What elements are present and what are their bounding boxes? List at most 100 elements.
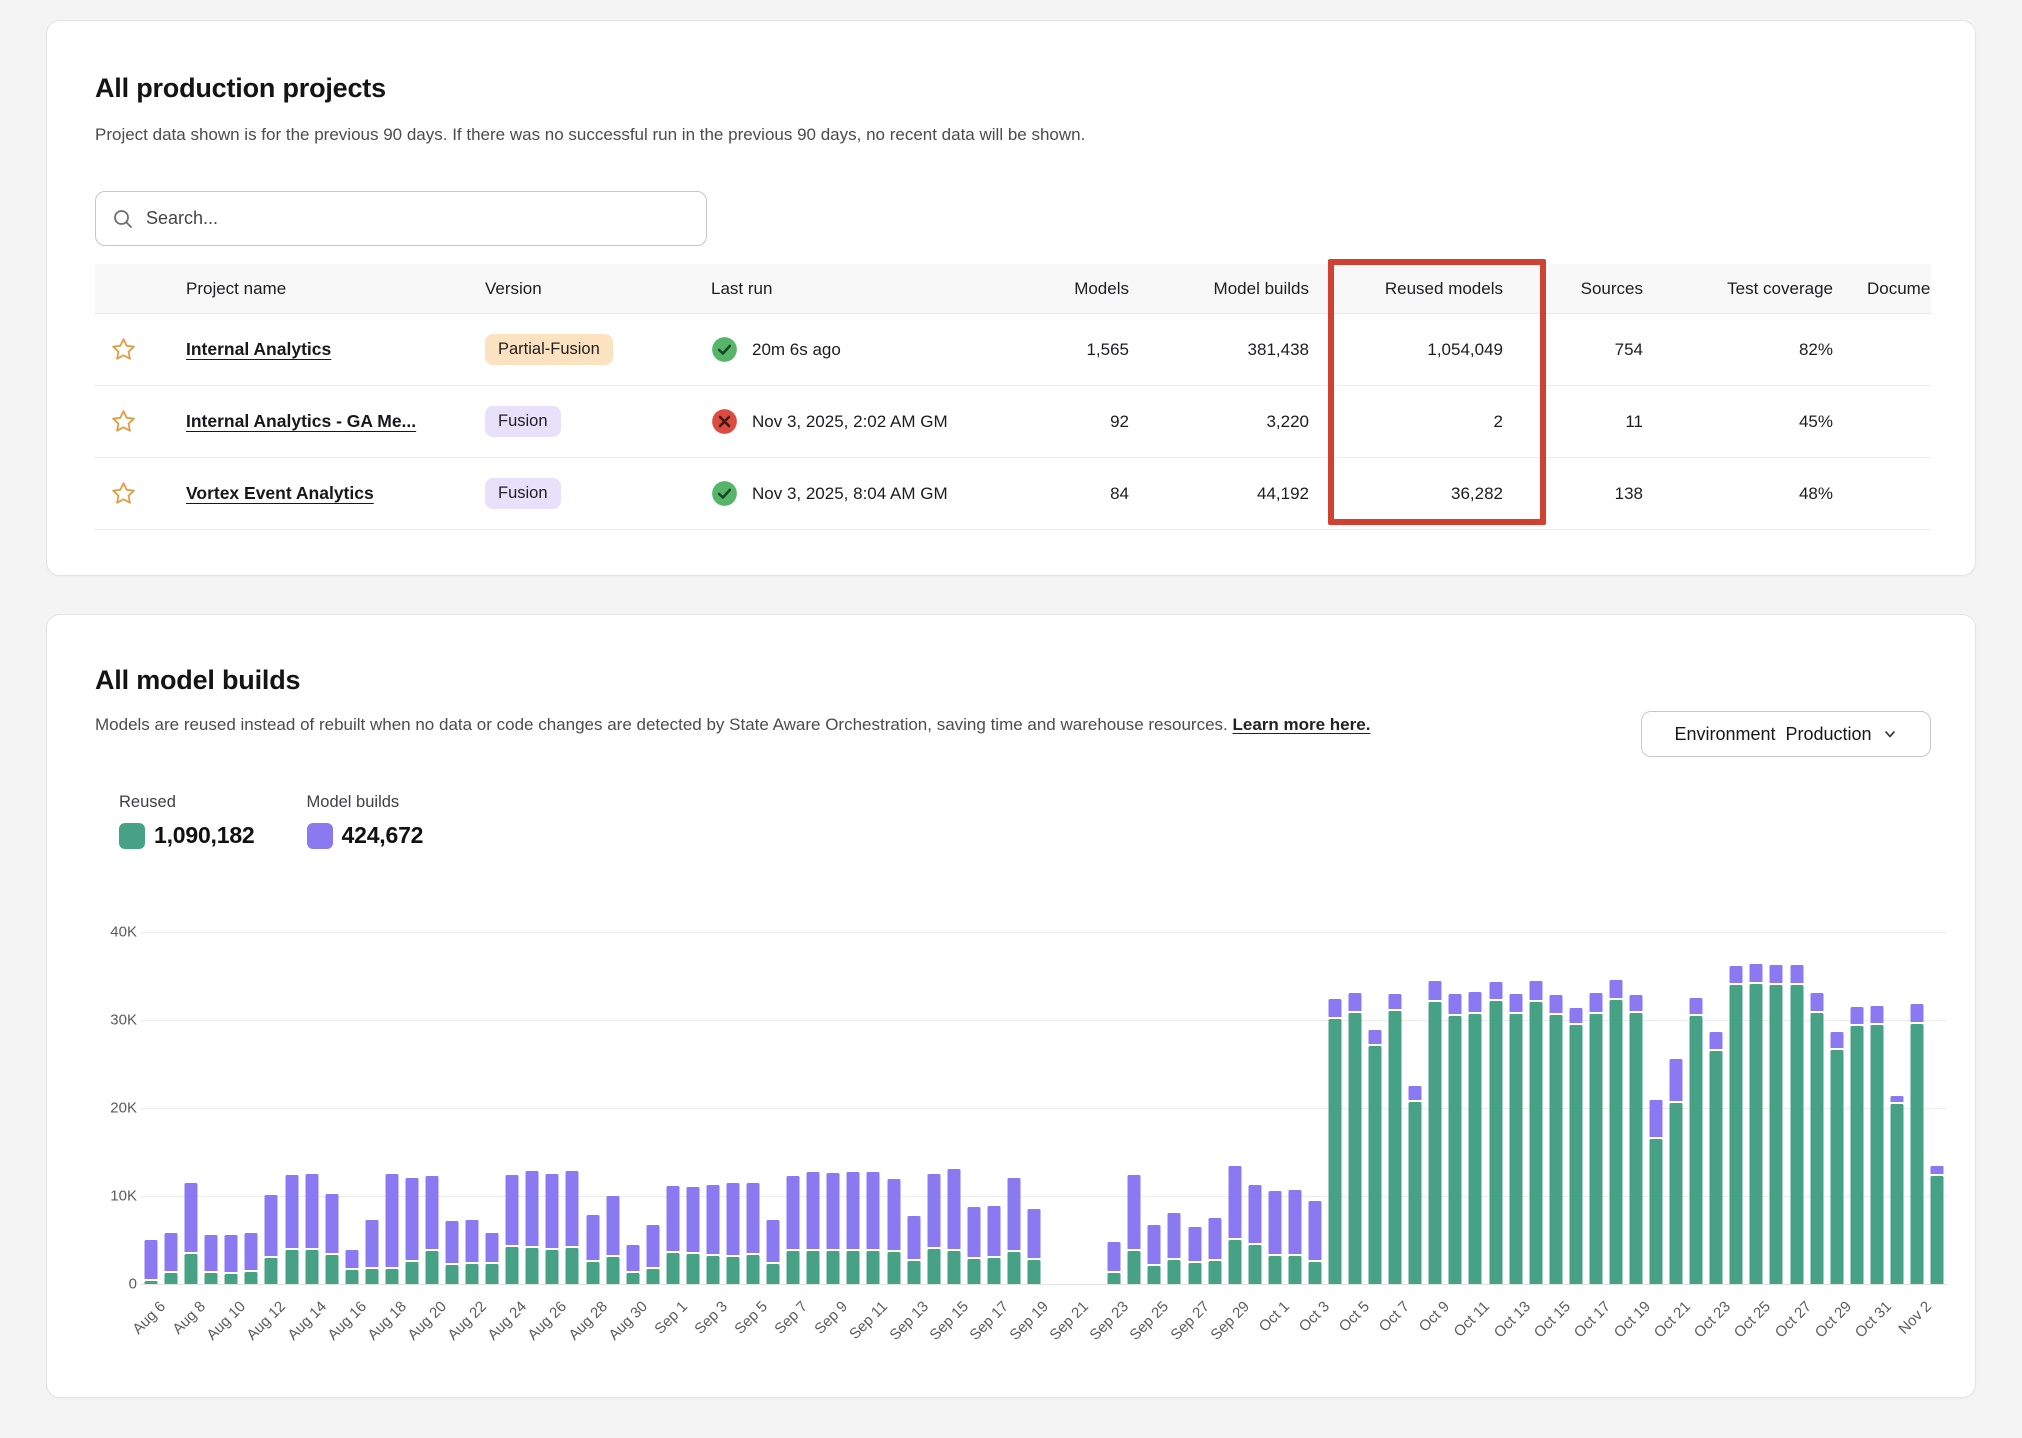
bar-builds-oct-7 xyxy=(1389,994,1402,1009)
favorite-star-button[interactable] xyxy=(95,408,151,435)
x-tick-oct-15: Oct 15 xyxy=(1530,1298,1573,1341)
star-icon xyxy=(110,480,137,507)
x-tick-sep-13: Sep 13 xyxy=(886,1298,932,1344)
header-models: Models xyxy=(1011,279,1129,299)
x-tick-oct-7: Oct 7 xyxy=(1376,1298,1413,1335)
bar-builds-sep-8 xyxy=(807,1172,820,1249)
bar-reused-sep-10 xyxy=(847,1251,860,1284)
bar-builds-oct-15 xyxy=(1549,995,1562,1013)
learn-more-link[interactable]: Learn more here. xyxy=(1232,715,1370,734)
bar-builds-sep-26 xyxy=(1168,1213,1181,1258)
bar-builds-aug-23 xyxy=(486,1233,499,1262)
version-badge: Partial-Fusion xyxy=(485,334,613,365)
bar-reused-aug-27 xyxy=(566,1248,579,1284)
x-tick-sep-29: Sep 29 xyxy=(1207,1298,1253,1344)
bar-builds-oct-6 xyxy=(1369,1030,1382,1044)
builds-description: Models are reused instead of rebuilt whe… xyxy=(95,715,1370,735)
bar-reused-oct-24 xyxy=(1730,985,1743,1284)
sources-cell: 754 xyxy=(1503,340,1643,360)
bar-reused-sep-5 xyxy=(747,1255,760,1284)
bar-builds-oct-25 xyxy=(1750,964,1763,982)
bar-reused-sep-8 xyxy=(807,1251,820,1284)
project-name-link[interactable]: Internal Analytics - GA Me... xyxy=(186,411,416,431)
bar-builds-aug-21 xyxy=(446,1221,459,1262)
x-tick-aug-18: Aug 18 xyxy=(364,1298,410,1344)
header-version: Version xyxy=(451,279,661,299)
project-name-link[interactable]: Vortex Event Analytics xyxy=(186,483,374,503)
project-name-link[interactable]: Internal Analytics xyxy=(186,339,331,359)
version-badge: Fusion xyxy=(485,406,561,437)
x-tick-sep-27: Sep 27 xyxy=(1167,1298,1213,1344)
x-tick-aug-24: Aug 24 xyxy=(485,1298,531,1344)
last-run-text: 20m 6s ago xyxy=(752,340,841,360)
x-tick-aug-16: Aug 16 xyxy=(324,1298,370,1344)
favorite-star-button[interactable] xyxy=(95,480,151,507)
x-tick-sep-11: Sep 11 xyxy=(847,1298,892,1343)
bar-reused-aug-9 xyxy=(205,1273,218,1284)
bar-builds-oct-26 xyxy=(1770,965,1783,983)
bar-builds-aug-19 xyxy=(405,1178,418,1260)
bar-reused-oct-19 xyxy=(1629,1013,1642,1284)
reused-models-cell: 2 xyxy=(1309,412,1503,432)
production-projects-card: All production projects Project data sho… xyxy=(46,20,1976,576)
sources-cell: 11 xyxy=(1503,412,1643,432)
bar-builds-sep-2 xyxy=(686,1187,699,1252)
reused-models-cell: 36,282 xyxy=(1309,484,1503,504)
bar-builds-sep-5 xyxy=(747,1183,760,1253)
project-row-1[interactable]: Internal Analytics Partial-Fusion 20m 6s a… xyxy=(95,314,1931,386)
bar-builds-sep-1 xyxy=(666,1186,679,1251)
bar-builds-oct-23 xyxy=(1710,1032,1723,1049)
favorite-star-button[interactable] xyxy=(95,336,151,363)
x-tick-oct-25: Oct 25 xyxy=(1731,1298,1774,1341)
bar-builds-oct-3 xyxy=(1308,1201,1321,1260)
x-tick-aug-30: Aug 30 xyxy=(605,1298,651,1344)
star-icon xyxy=(110,408,137,435)
legend-item-reused: Reused 1,090,182 xyxy=(119,793,255,849)
bar-reused-aug-15 xyxy=(325,1255,338,1284)
bar-builds-sep-6 xyxy=(767,1220,780,1261)
bar-reused-aug-31 xyxy=(646,1269,659,1284)
bar-builds-aug-30 xyxy=(626,1245,639,1271)
bar-builds-oct-16 xyxy=(1569,1008,1582,1023)
bar-reused-sep-19 xyxy=(1027,1260,1040,1284)
project-row-3[interactable]: Vortex Event AnalyticsFusionNov 3, 2025,… xyxy=(95,458,1931,530)
project-row-2[interactable]: Internal Analytics - GA Me...FusionNov 3… xyxy=(95,386,1931,458)
header-documentation: Documentation xyxy=(1833,279,1931,299)
version-cell: Fusion xyxy=(451,406,661,437)
bar-reused-aug-21 xyxy=(446,1265,459,1284)
bar-reused-sep-11 xyxy=(867,1251,880,1284)
bar-reused-sep-24 xyxy=(1128,1251,1141,1284)
bar-builds-aug-17 xyxy=(365,1220,378,1268)
last-run-cell: 20m 6s ago xyxy=(661,336,1011,363)
bar-builds-aug-14 xyxy=(305,1174,318,1248)
x-tick-aug-26: Aug 26 xyxy=(525,1298,571,1344)
bar-reused-sep-30 xyxy=(1248,1245,1261,1284)
search-box[interactable] xyxy=(95,191,707,246)
legend-model-builds-swatch xyxy=(307,823,333,849)
bar-builds-sep-11 xyxy=(867,1172,880,1249)
bar-builds-sep-10 xyxy=(847,1172,860,1249)
bar-builds-aug-18 xyxy=(385,1174,398,1267)
bar-reused-oct-14 xyxy=(1529,1002,1542,1284)
bar-builds-oct-18 xyxy=(1609,980,1622,998)
star-icon xyxy=(110,336,137,363)
bar-reused-sep-13 xyxy=(907,1261,920,1284)
bar-reused-aug-28 xyxy=(586,1262,599,1284)
bar-reused-oct-5 xyxy=(1349,1013,1362,1284)
bar-reused-aug-23 xyxy=(486,1264,499,1284)
legend-reused-label: Reused xyxy=(119,793,255,812)
bar-builds-oct-12 xyxy=(1489,982,1502,999)
bar-builds-aug-15 xyxy=(325,1194,338,1253)
run-success-icon xyxy=(711,480,738,507)
bar-builds-sep-7 xyxy=(787,1176,800,1249)
bar-builds-sep-15 xyxy=(947,1169,960,1248)
environment-selector[interactable]: Environment Production xyxy=(1641,711,1931,757)
bar-reused-sep-27 xyxy=(1188,1263,1201,1284)
bar-reused-oct-31 xyxy=(1870,1025,1883,1284)
bar-reused-oct-6 xyxy=(1369,1046,1382,1284)
bar-reused-oct-7 xyxy=(1389,1011,1402,1284)
sources-cell: 138 xyxy=(1503,484,1643,504)
x-tick-sep-9: Sep 9 xyxy=(812,1298,852,1338)
search-input[interactable] xyxy=(146,208,690,229)
bar-reused-aug-7 xyxy=(165,1273,178,1284)
